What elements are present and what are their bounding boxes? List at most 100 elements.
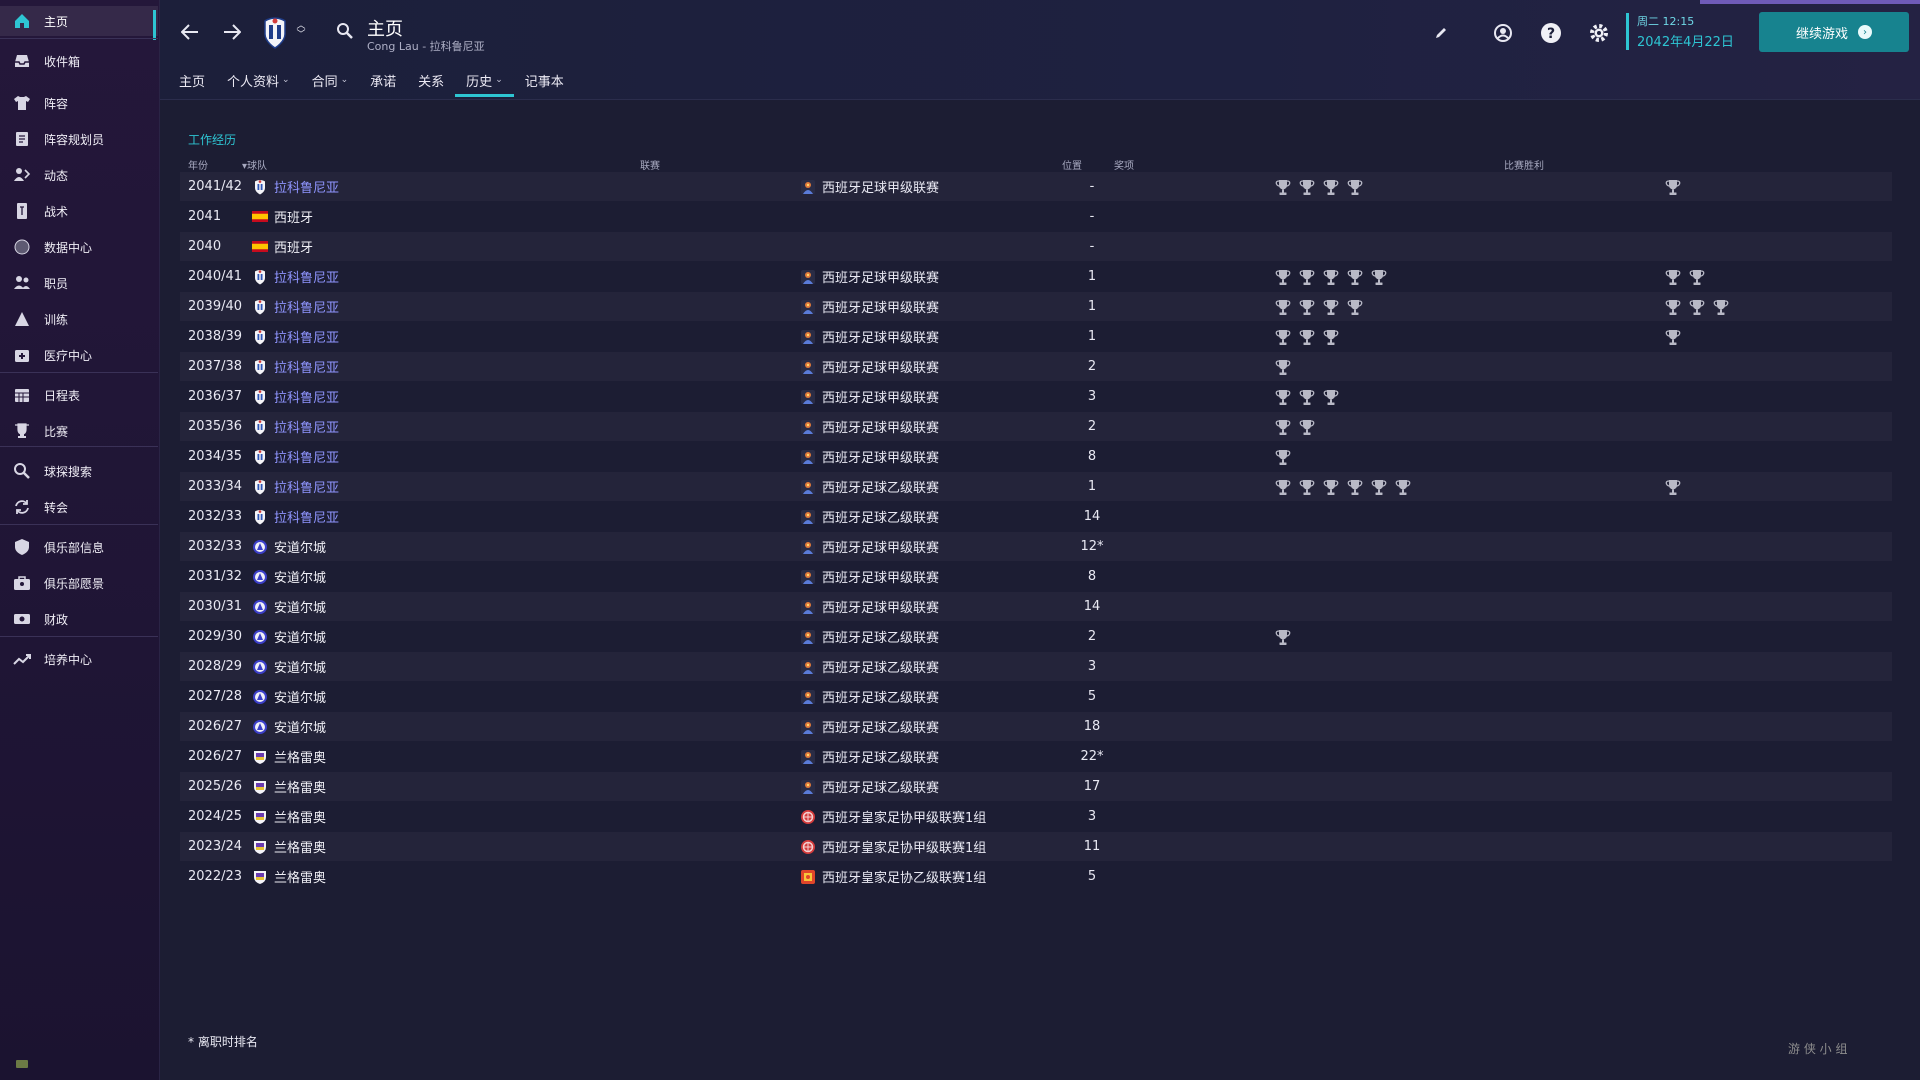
column-header-league[interactable]: 联赛 xyxy=(640,157,660,172)
sidebar-item-12[interactable]: 球探搜索 xyxy=(0,456,158,486)
tab-1[interactable]: 个人资料 ⌄ xyxy=(216,66,301,94)
column-header-cup-wins[interactable]: 比赛胜利 xyxy=(1504,157,1544,172)
league-cell[interactable]: 西班牙足球乙级联赛 xyxy=(800,502,939,531)
sidebar-item-4[interactable]: 动态 xyxy=(0,160,158,190)
sidebar-item-0[interactable]: 主页 xyxy=(0,6,158,40)
award-trophy-icon[interactable] xyxy=(1322,297,1340,317)
sidebar-item-10[interactable]: 日程表 xyxy=(0,380,158,410)
league-cell[interactable]: 西班牙足球甲级联赛 xyxy=(800,172,939,201)
search-button[interactable] xyxy=(334,20,356,42)
award-trophy-icon[interactable] xyxy=(1298,297,1316,317)
tab-4[interactable]: 关系 xyxy=(407,66,455,94)
team-name[interactable]: 拉科鲁尼亚 xyxy=(274,417,339,436)
league-cell[interactable]: 西班牙足球甲级联赛 xyxy=(800,592,939,621)
column-header-year[interactable]: 年份 xyxy=(188,157,208,172)
award-trophy-icon[interactable] xyxy=(1298,327,1316,347)
league-cell[interactable]: 西班牙足球甲级联赛 xyxy=(800,352,939,381)
award-trophy-icon[interactable] xyxy=(1394,477,1412,497)
sidebar-item-9[interactable]: 医疗中心 xyxy=(0,340,158,370)
league-cell[interactable]: 西班牙足球甲级联赛 xyxy=(800,262,939,291)
sidebar-item-11[interactable]: 比赛 xyxy=(0,416,158,446)
cup-trophy-icon[interactable] xyxy=(1712,297,1730,317)
award-trophy-icon[interactable] xyxy=(1370,477,1388,497)
award-trophy-icon[interactable] xyxy=(1274,357,1292,377)
league-cell[interactable]: 西班牙足球甲级联赛 xyxy=(800,382,939,411)
team-name[interactable]: 拉科鲁尼亚 xyxy=(274,267,339,286)
sidebar-item-5[interactable]: 战术 xyxy=(0,196,158,226)
cup-trophy-icon[interactable] xyxy=(1664,177,1682,197)
club-crest-icon[interactable] xyxy=(260,16,290,50)
tab-0[interactable]: 主页 xyxy=(168,66,216,94)
award-trophy-icon[interactable] xyxy=(1322,267,1340,287)
continue-button[interactable]: 继续游戏 › xyxy=(1759,12,1909,52)
sidebar-item-3[interactable]: 阵容规划员 xyxy=(0,124,158,154)
sidebar-item-6[interactable]: 数据中心 xyxy=(0,232,158,262)
league-cell[interactable]: 西班牙足球乙级联赛 xyxy=(800,472,939,501)
settings-button[interactable] xyxy=(1586,20,1612,46)
league-cell[interactable]: 西班牙皇家足协乙级联赛1组 xyxy=(800,862,986,891)
award-trophy-icon[interactable] xyxy=(1298,387,1316,407)
award-trophy-icon[interactable] xyxy=(1322,177,1340,197)
league-cell[interactable]: 西班牙足球乙级联赛 xyxy=(800,772,939,801)
sidebar-item-7[interactable]: 职员 xyxy=(0,268,158,298)
award-trophy-icon[interactable] xyxy=(1274,627,1292,647)
back-button[interactable] xyxy=(176,18,204,46)
edit-button[interactable] xyxy=(1430,22,1452,44)
league-cell[interactable]: 西班牙皇家足协甲级联赛1组 xyxy=(800,832,986,861)
award-trophy-icon[interactable] xyxy=(1298,477,1316,497)
award-trophy-icon[interactable] xyxy=(1346,177,1364,197)
column-header-team[interactable]: ▾球队 xyxy=(242,157,267,172)
team-name[interactable]: 拉科鲁尼亚 xyxy=(274,177,339,196)
award-trophy-icon[interactable] xyxy=(1346,297,1364,317)
cup-trophy-icon[interactable] xyxy=(1688,267,1706,287)
sidebar-item-16[interactable]: 财政 xyxy=(0,604,158,634)
award-trophy-icon[interactable] xyxy=(1274,297,1292,317)
award-trophy-icon[interactable] xyxy=(1298,177,1316,197)
page-subtitle[interactable]: Cong Lau - 拉科鲁尼亚 xyxy=(367,38,485,54)
award-trophy-icon[interactable] xyxy=(1274,477,1292,497)
league-cell[interactable]: 西班牙足球乙级联赛 xyxy=(800,682,939,711)
award-trophy-icon[interactable] xyxy=(1298,417,1316,437)
award-trophy-icon[interactable] xyxy=(1274,447,1292,467)
award-trophy-icon[interactable] xyxy=(1274,387,1292,407)
league-cell[interactable]: 西班牙足球乙级联赛 xyxy=(800,652,939,681)
league-cell[interactable]: 西班牙足球甲级联赛 xyxy=(800,442,939,471)
cup-trophy-icon[interactable] xyxy=(1664,327,1682,347)
column-header-awards[interactable]: 奖项 xyxy=(1114,157,1134,172)
sidebar-item-1[interactable]: 收件箱 xyxy=(0,46,158,76)
cup-trophy-icon[interactable] xyxy=(1664,297,1682,317)
cup-trophy-icon[interactable] xyxy=(1664,477,1682,497)
team-name[interactable]: 拉科鲁尼亚 xyxy=(274,477,339,496)
fmvision-button[interactable] xyxy=(1490,20,1516,46)
tab-5[interactable]: 历史 ⌄ xyxy=(455,66,514,97)
award-trophy-icon[interactable] xyxy=(1298,267,1316,287)
help-button[interactable]: ? xyxy=(1538,20,1564,46)
team-name[interactable]: 拉科鲁尼亚 xyxy=(274,327,339,346)
team-name[interactable]: 拉科鲁尼亚 xyxy=(274,297,339,316)
award-trophy-icon[interactable] xyxy=(1274,177,1292,197)
award-trophy-icon[interactable] xyxy=(1274,417,1292,437)
sidebar-item-14[interactable]: 俱乐部信息 xyxy=(0,532,158,562)
league-cell[interactable]: 西班牙足球乙级联赛 xyxy=(800,622,939,651)
league-cell[interactable]: 西班牙足球甲级联赛 xyxy=(800,292,939,321)
sidebar-item-13[interactable]: 转会 xyxy=(0,492,158,522)
league-cell[interactable]: 西班牙足球甲级联赛 xyxy=(800,532,939,561)
league-cell[interactable]: 西班牙足球乙级联赛 xyxy=(800,712,939,741)
team-name[interactable]: 拉科鲁尼亚 xyxy=(274,507,339,526)
club-switcher[interactable]: ︿ ﹀ xyxy=(294,18,308,44)
award-trophy-icon[interactable] xyxy=(1322,387,1340,407)
tab-6[interactable]: 记事本 xyxy=(514,66,575,94)
team-name[interactable]: 拉科鲁尼亚 xyxy=(274,447,339,466)
tab-2[interactable]: 合同 ⌄ xyxy=(301,66,360,94)
team-name[interactable]: 拉科鲁尼亚 xyxy=(274,387,339,406)
sidebar-item-2[interactable]: 阵容 xyxy=(0,88,158,118)
award-trophy-icon[interactable] xyxy=(1322,327,1340,347)
forward-button[interactable] xyxy=(218,18,246,46)
column-header-position[interactable]: 位置 xyxy=(1062,157,1082,172)
team-name[interactable]: 拉科鲁尼亚 xyxy=(274,357,339,376)
league-cell[interactable]: 西班牙足球乙级联赛 xyxy=(800,742,939,771)
tab-3[interactable]: 承诺 xyxy=(359,66,407,94)
award-trophy-icon[interactable] xyxy=(1346,267,1364,287)
sidebar-item-15[interactable]: 俱乐部愿景 xyxy=(0,568,158,598)
league-cell[interactable]: 西班牙足球甲级联赛 xyxy=(800,412,939,441)
